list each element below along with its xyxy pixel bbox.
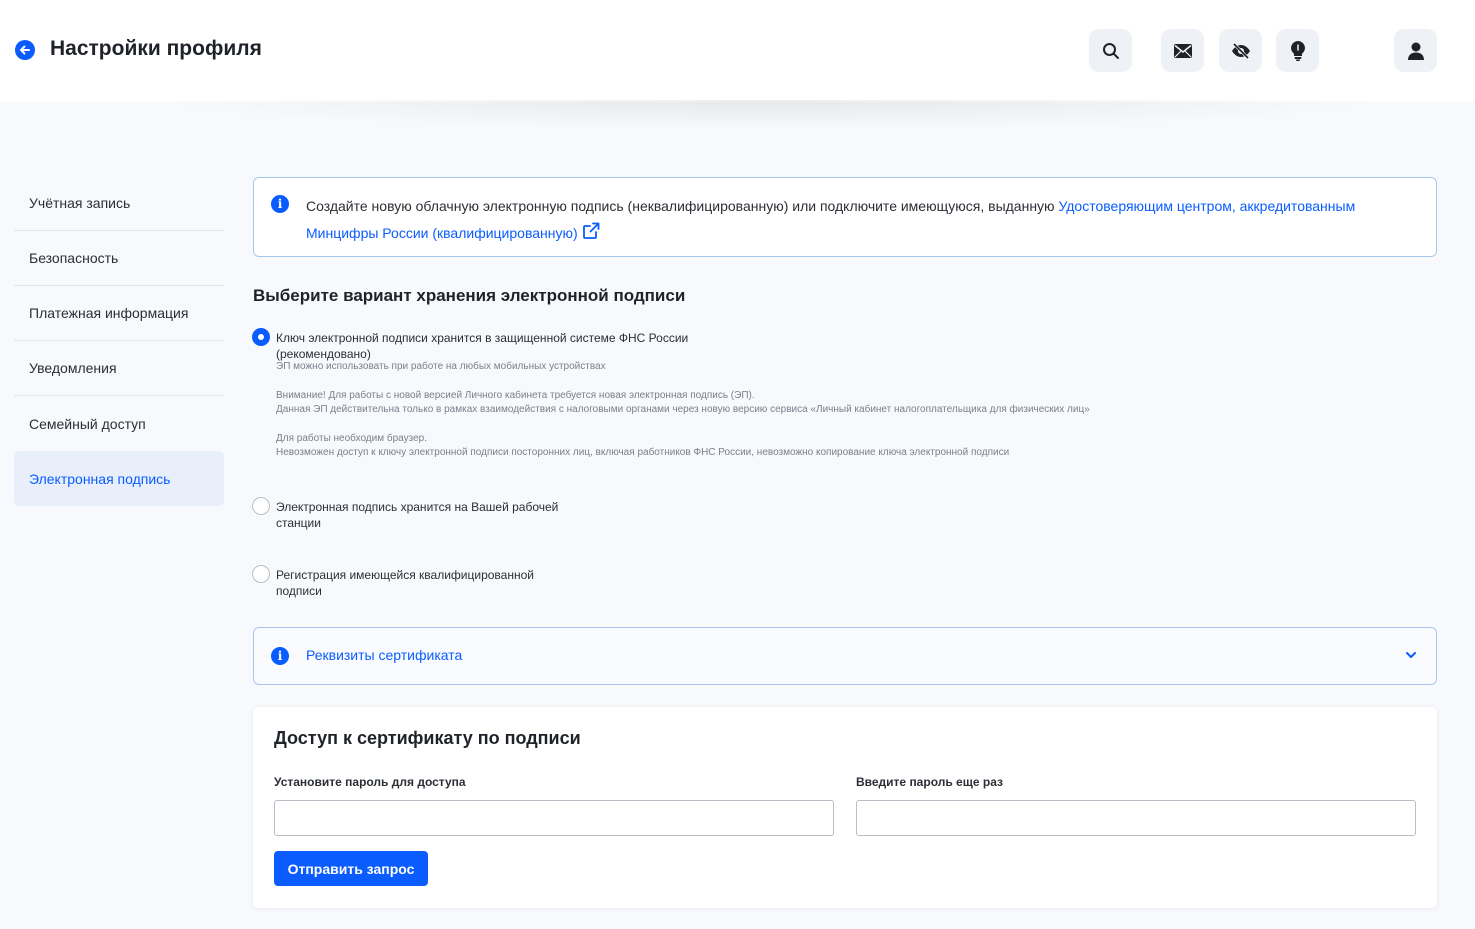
note-access: Невозможен доступ к ключу электронной по… [276, 447, 1010, 458]
sidebar-item-electronic-signature[interactable]: Электронная подпись [14, 451, 224, 506]
accredited-center-link-cont[interactable]: Минцифры России (квалифицированную) [306, 225, 578, 241]
sidebar-item-family-access[interactable]: Семейный доступ [14, 396, 224, 451]
certificate-details-label: Реквизиты сертификата [306, 647, 463, 663]
radio-qualified-registration-label[interactable]: Регистрация имеющейся квалифицированной … [276, 567, 534, 599]
chevron-down-icon [1406, 652, 1416, 658]
note-validity: Данная ЭП действительна только в рамках … [276, 404, 1090, 415]
radio-qualified-line1: Регистрация имеющейся квалифицированной [276, 568, 534, 582]
password-label: Установите пароль для доступа [274, 775, 466, 789]
radio-fns-storage-label[interactable]: Ключ электронной подписи хранится в защи… [276, 330, 688, 362]
submit-request-button[interactable]: Отправить запрос [274, 851, 428, 886]
password-input[interactable] [274, 800, 834, 836]
card-title: Доступ к сертификату по подписи [274, 728, 581, 748]
messages-button[interactable] [1161, 29, 1204, 72]
repeat-password-input[interactable] [856, 800, 1416, 836]
note-mobile: ЭП можно использовать при работе на любы… [276, 361, 606, 372]
top-header: Настройки профиля [0, 0, 1475, 102]
sidebar-item-payment-info[interactable]: Платежная информация [14, 286, 224, 341]
page-title: Настройки профиля [50, 37, 262, 60]
radio-fns-storage[interactable] [252, 328, 270, 346]
radio-qualified-registration[interactable] [252, 565, 270, 583]
mail-icon [1173, 43, 1192, 58]
radio-workstation-storage[interactable] [252, 497, 270, 515]
sidebar-item-account[interactable]: Учётная запись [14, 176, 224, 231]
sidebar-item-security[interactable]: Безопасность [14, 231, 224, 286]
info-icon: i [271, 647, 289, 665]
radio-workstation-line1: Электронная подпись хранится на Вашей ра… [276, 500, 559, 514]
radio-qualified-line2: подписи [276, 584, 322, 598]
tips-button[interactable] [1276, 29, 1319, 72]
eye-off-icon [1231, 42, 1250, 59]
back-arrow-icon[interactable] [15, 40, 35, 60]
info-icon: i [271, 195, 289, 213]
user-icon [1407, 42, 1424, 60]
info-banner-text: Создайте новую облачную электронную подп… [306, 193, 1416, 247]
header-shadow [150, 100, 1390, 130]
search-button[interactable] [1089, 29, 1132, 72]
lightbulb-icon [1290, 40, 1305, 61]
visually-impaired-button[interactable] [1219, 29, 1262, 72]
external-link-icon[interactable] [582, 222, 600, 240]
accredited-center-link[interactable]: Удостоверяющим центром, аккредитованным [1058, 198, 1355, 214]
certificate-access-card: Доступ к сертификату по подписи Установи… [253, 707, 1437, 908]
search-icon [1102, 42, 1119, 59]
repeat-password-label: Введите пароль еще раз [856, 775, 1003, 789]
storage-section-title: Выберите вариант хранения электронной по… [253, 286, 686, 305]
note-browser: Для работы необходим браузер. [276, 433, 427, 444]
radio-workstation-storage-label[interactable]: Электронная подпись хранится на Вашей ра… [276, 499, 558, 531]
radio-fns-storage-line1: Ключ электронной подписи хранится в защи… [276, 331, 689, 345]
info-banner-message: Создайте новую облачную электронную подп… [306, 198, 1059, 214]
note-attention: Внимание! Для работы с новой версией Лич… [276, 390, 755, 401]
certificate-details-accordion[interactable]: i Реквизиты сертификата [253, 627, 1437, 685]
info-banner: i Создайте новую облачную электронную по… [253, 177, 1437, 257]
user-profile-button[interactable] [1394, 29, 1437, 72]
sidebar-item-notifications[interactable]: Уведомления [14, 341, 224, 396]
settings-sidebar: Учётная запись Безопасность Платежная ин… [14, 176, 224, 506]
radio-workstation-line2: станции [276, 516, 321, 530]
